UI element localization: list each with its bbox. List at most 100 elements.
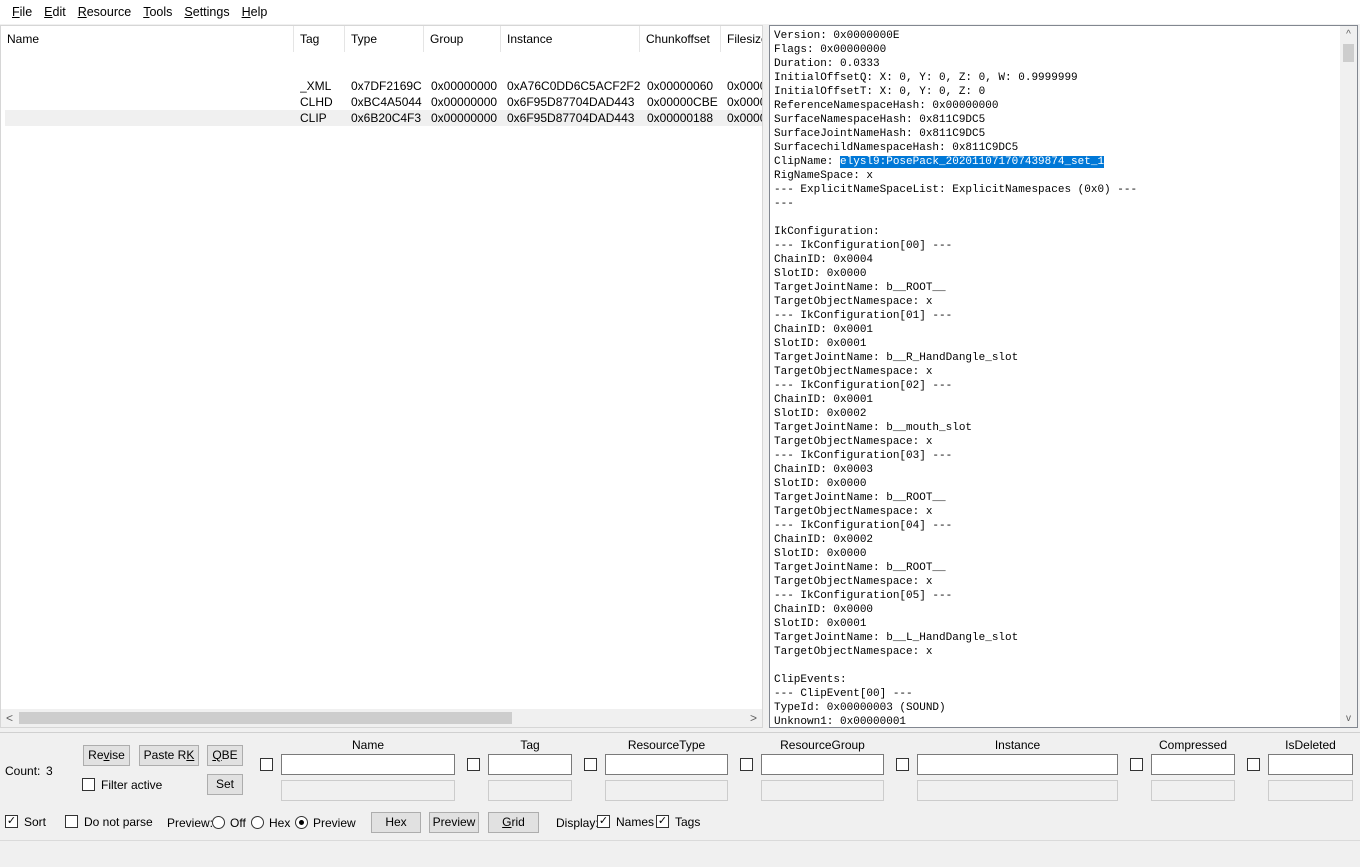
- preview-button[interactable]: Preview: [429, 812, 479, 833]
- filter-resourcetype-input-2[interactable]: [605, 780, 728, 801]
- menu-settings[interactable]: Settings: [178, 0, 235, 24]
- menu-file[interactable]: File: [6, 0, 38, 24]
- preview-line: TargetJointName: b__mouth_slot: [774, 422, 973, 434]
- preview-line: TargetJointName: b__ROOT__: [774, 562, 946, 574]
- filter-resourcegroup-input-2[interactable]: [761, 780, 884, 801]
- scrollbar-thumb[interactable]: [1343, 44, 1354, 62]
- filter-tag-input[interactable]: [488, 754, 572, 775]
- filter-compressed-input[interactable]: [1151, 754, 1235, 775]
- preview-text[interactable]: Version: 0x0000000E Flags: 0x00000000 Dura…: [774, 29, 1340, 728]
- cell-type: 0x7DF2169C: [351, 79, 422, 93]
- scroll-down-icon[interactable]: v: [1340, 710, 1357, 727]
- horizontal-scrollbar[interactable]: < >: [1, 709, 762, 727]
- filter-tag-input-2[interactable]: [488, 780, 572, 801]
- preview-line: ChainID: 0x0001: [774, 324, 874, 336]
- column-header-group[interactable]: Group: [424, 26, 501, 52]
- sort-checkbox[interactable]: ✓: [5, 815, 18, 828]
- filter-instance-input-2[interactable]: [917, 780, 1118, 801]
- preview-panel[interactable]: Version: 0x0000000E Flags: 0x00000000 Dura…: [769, 25, 1358, 728]
- preview-line: --- IkConfiguration[04] ---: [774, 520, 953, 532]
- hex-button[interactable]: Hex: [371, 812, 421, 833]
- filter-label-compressed: Compressed: [1158, 738, 1228, 752]
- preview-line: TargetJointName: b__R_HandDangle_slot: [774, 352, 1019, 364]
- column-header-tag[interactable]: Tag: [294, 26, 345, 52]
- scroll-right-icon[interactable]: >: [745, 709, 762, 727]
- menu-edit[interactable]: Edit: [38, 0, 72, 24]
- filter-name-input[interactable]: [281, 754, 455, 775]
- table-row[interactable]: CLHD 0xBC4A5044 0x00000000 0x6F95D87704D…: [5, 94, 762, 110]
- filter-isdeleted-input-2[interactable]: [1268, 780, 1353, 801]
- filter-instance-checkbox[interactable]: [896, 758, 909, 771]
- filter-label-resourcegroup: ResourceGroup: [780, 738, 865, 752]
- preview-line: TypeId: 0x00000003 (SOUND): [774, 702, 946, 714]
- filter-isdeleted-input[interactable]: [1268, 754, 1353, 775]
- preview-preview-radio[interactable]: [295, 816, 308, 829]
- preview-line: InitialOffsetT: X: 0, Y: 0, Z: 0: [774, 86, 986, 98]
- preview-line: TargetObjectNamespace: x: [774, 576, 933, 588]
- table-row-selected[interactable]: CLIP 0x6B20C4F3 0x00000000 0x6F95D87704D…: [5, 110, 762, 126]
- filter-active-checkbox[interactable]: [82, 778, 95, 791]
- menu-resource[interactable]: Resource: [72, 0, 138, 24]
- qbe-button[interactable]: QBE: [207, 745, 243, 766]
- preview-line-clipname: ClipName: elysl9:PosePack_20201107170743…: [774, 155, 1340, 169]
- scroll-up-icon[interactable]: ^: [1340, 26, 1357, 43]
- vertical-scrollbar[interactable]: ^ v: [1340, 26, 1357, 727]
- preview-line: ChainID: 0x0002: [774, 534, 874, 546]
- grid-button[interactable]: Grid: [488, 812, 539, 833]
- cell-chunkoffset: 0x00000CBE: [647, 95, 718, 109]
- filter-resourcetype-input[interactable]: [605, 754, 728, 775]
- cell-group: 0x00000000: [431, 79, 498, 93]
- preview-line: RigNameSpace: x: [774, 170, 874, 182]
- cell-instance: 0x6F95D87704DAD443: [507, 111, 635, 125]
- table-row[interactable]: _XML 0x7DF2169C 0x00000000 0xA76C0DD6C5A…: [5, 78, 762, 94]
- cell-tag: CLHD: [300, 95, 333, 109]
- names-checkbox[interactable]: ✓: [597, 815, 610, 828]
- preview-line: ---: [774, 198, 794, 210]
- preview-line: --- IkConfiguration[01] ---: [774, 310, 953, 322]
- filter-compressed-checkbox[interactable]: [1130, 758, 1143, 771]
- filter-tag-checkbox[interactable]: [467, 758, 480, 771]
- cell-name: [5, 110, 295, 126]
- preview-line: SlotID: 0x0000: [774, 268, 867, 280]
- column-header-filesize[interactable]: Filesize: [721, 26, 762, 52]
- scroll-left-icon[interactable]: <: [1, 709, 18, 727]
- cell-chunkoffset: 0x00000188: [647, 111, 714, 125]
- preview-line: TargetObjectNamespace: x: [774, 366, 933, 378]
- preview-hex-label: Hex: [269, 816, 291, 830]
- filter-instance-input[interactable]: [917, 754, 1118, 775]
- set-button[interactable]: Set: [207, 774, 243, 795]
- preview-hex-radio[interactable]: [251, 816, 264, 829]
- filter-resourcegroup-checkbox[interactable]: [740, 758, 753, 771]
- column-header-type[interactable]: Type: [345, 26, 424, 52]
- preview-line: ReferenceNamespaceHash: 0x00000000: [774, 100, 999, 112]
- column-header-chunkoffset[interactable]: Chunkoffset: [640, 26, 721, 52]
- scrollbar-thumb[interactable]: [19, 712, 512, 724]
- filter-name-checkbox[interactable]: [260, 758, 273, 771]
- revise-button[interactable]: Revise: [83, 745, 130, 766]
- cell-filesize: 0x0000: [727, 111, 763, 125]
- preview-off-radio[interactable]: [212, 816, 225, 829]
- tags-checkbox[interactable]: ✓: [656, 815, 669, 828]
- filter-panel: Count: 3 Revise Paste RK QBE Filter acti…: [0, 732, 1360, 840]
- column-header-name[interactable]: Name: [1, 26, 294, 52]
- filter-compressed-input-2[interactable]: [1151, 780, 1235, 801]
- column-header-instance[interactable]: Instance: [501, 26, 640, 52]
- clipname-selection[interactable]: elysl9:PosePack_202011071707439874_set_1: [840, 156, 1105, 168]
- resource-list[interactable]: Name Tag Type Group Instance Chunkoffset…: [0, 25, 763, 728]
- filter-name-input-2[interactable]: [281, 780, 455, 801]
- filter-resourcegroup-input[interactable]: [761, 754, 884, 775]
- paste-rk-button[interactable]: Paste RK: [139, 745, 199, 766]
- menu-help[interactable]: Help: [236, 0, 274, 24]
- cell-instance: 0x6F95D87704DAD443: [507, 95, 635, 109]
- preview-line: Flags: 0x00000000: [774, 44, 887, 56]
- menu-tools[interactable]: Tools: [137, 0, 178, 24]
- names-label: Names: [616, 815, 655, 829]
- preview-line: Unknown1: 0x00000001: [774, 716, 907, 728]
- filter-isdeleted-checkbox[interactable]: [1247, 758, 1260, 771]
- filter-resourcetype-checkbox[interactable]: [584, 758, 597, 771]
- preview-line: TargetJointName: b__ROOT__: [774, 492, 946, 504]
- preview-line: SurfaceNamespaceHash: 0x811C9DC5: [774, 114, 986, 126]
- preview-line: TargetJointName: b__ROOT__: [774, 282, 946, 294]
- cell-type: 0xBC4A5044: [351, 95, 422, 109]
- do-not-parse-checkbox[interactable]: [65, 815, 78, 828]
